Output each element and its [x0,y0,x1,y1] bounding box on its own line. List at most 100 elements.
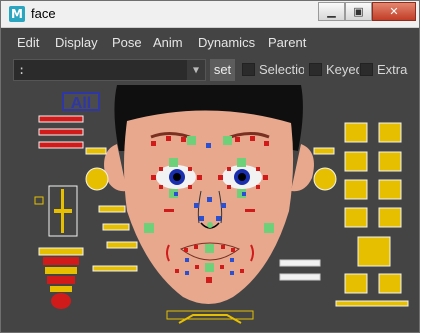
white-bar-ctrl[interactable] [279,273,321,281]
tongue-segment[interactable] [47,276,75,284]
lip-ctrl-blue[interactable] [185,271,189,275]
set-button[interactable]: set [210,59,235,81]
keyed-checkbox[interactable] [309,63,322,76]
lip-ctrl-blue[interactable] [185,258,189,262]
tongue-ctrl[interactable] [102,223,130,231]
lip-ctrl[interactable] [221,245,225,249]
chevron-down-icon[interactable]: ▼ [187,60,205,80]
eye-ctrl[interactable] [227,167,231,171]
title-bar[interactable]: M face ▁ ▣ ✕ [1,1,419,28]
lip-ctrl-blue[interactable] [230,258,234,262]
cheek-ctrl-green[interactable] [264,223,274,233]
teeth-ctrl[interactable] [378,179,402,200]
lip-ctrl-blue[interactable] [230,271,234,275]
eye-ctrl[interactable] [188,167,192,171]
nose-ctrl[interactable] [207,197,212,202]
nostril-ctrl[interactable] [199,216,204,221]
eye-corner-ctrl[interactable] [197,175,202,180]
teeth-bottom-bar[interactable] [335,300,409,307]
select-all-button[interactable]: All [62,92,100,112]
eyelid-ctrl[interactable] [237,158,246,167]
eye-ctrl[interactable] [159,185,163,189]
small-ctrl[interactable] [34,196,44,205]
maximize-button[interactable]: ▣ [345,2,372,21]
lip-ctrl[interactable] [231,248,235,252]
nose-tip-ctrl[interactable] [207,222,213,228]
teeth-ctrl[interactable] [344,122,368,143]
cheek-ctrl[interactable] [245,209,255,212]
white-bar-ctrl[interactable] [279,259,321,267]
tongue-segment[interactable] [43,257,79,265]
extra-checkbox[interactable] [360,63,373,76]
teeth-ctrl[interactable] [344,179,368,200]
lower-lip-ctrl[interactable] [205,263,214,272]
menu-display[interactable]: Display [55,35,98,50]
teeth-ctrl[interactable] [344,207,368,228]
left-panel-bar[interactable] [38,115,84,123]
lip-ctrl[interactable] [184,248,188,252]
left-panel-bar[interactable] [38,141,84,149]
jaw-slider-handle[interactable] [54,209,72,213]
tongue-tip[interactable] [51,293,71,309]
teeth-ctrl[interactable] [378,207,402,228]
brow-ctrl[interactable] [151,141,156,146]
selection-checkbox[interactable] [242,63,255,76]
eye-ctrl[interactable] [159,167,163,171]
eye-ctrl-blue[interactable] [174,192,178,196]
eyelid-ctrl[interactable] [169,158,178,167]
eye-ctrl[interactable] [188,185,192,189]
nostril-ctrl[interactable] [216,216,221,221]
brow-ctrl[interactable] [250,136,255,141]
lip-ctrl[interactable] [194,245,198,249]
tongue-ctrl[interactable] [92,265,138,272]
upper-lip-ctrl[interactable] [205,244,214,253]
teeth-ctrl[interactable] [344,273,368,294]
tongue-ctrl[interactable] [106,241,138,249]
brow-ctrl[interactable] [166,136,171,141]
left-circle-ctrl[interactable] [85,167,109,191]
brow-ctrl-center[interactable] [206,143,211,148]
menu-pose[interactable]: Pose [112,35,142,50]
nose-ctrl[interactable] [221,203,226,208]
menu-parent[interactable]: Parent [268,35,306,50]
tongue-segment[interactable] [50,286,72,292]
teeth-ctrl[interactable] [378,273,402,294]
tongue-segment[interactable] [45,267,77,274]
cheek-ctrl[interactable] [164,209,174,212]
teeth-main-ctrl[interactable] [357,236,391,267]
tongue-ctrl[interactable] [98,205,126,213]
lip-ctrl[interactable] [220,265,224,269]
eye-corner-ctrl[interactable] [218,175,223,180]
cheek-ctrl-green[interactable] [144,223,154,233]
teeth-ctrl[interactable] [344,151,368,172]
right-circle-ctrl[interactable] [313,167,337,191]
nose-ctrl[interactable] [194,203,199,208]
close-button[interactable]: ✕ [372,2,416,21]
brow-ctrl[interactable] [235,137,240,142]
chin-ctrl[interactable] [206,277,212,283]
eye-ctrl[interactable] [256,185,260,189]
eye-ctrl[interactable] [256,167,260,171]
teeth-ctrl[interactable] [378,151,402,172]
brow-ctrl-green[interactable] [223,136,232,145]
brow-ctrl-green[interactable] [187,136,196,145]
ear-ctrl[interactable] [85,147,107,155]
brow-ctrl[interactable] [264,141,269,146]
namespace-combo[interactable]: : ▼ [13,59,206,81]
menu-anim[interactable]: Anim [153,35,183,50]
ear-ctrl[interactable] [313,147,335,155]
mouth-corner-ctrl[interactable] [240,269,244,273]
minimize-button[interactable]: ▁ [318,2,345,21]
menu-dynamics[interactable]: Dynamics [198,35,255,50]
eye-corner-ctrl[interactable] [151,175,156,180]
eye-ctrl-blue[interactable] [242,192,246,196]
brow-ctrl[interactable] [181,137,186,142]
tongue-bar[interactable] [38,247,84,256]
teeth-ctrl[interactable] [378,122,402,143]
left-panel-bar[interactable] [38,128,84,136]
menu-edit[interactable]: Edit [17,35,39,50]
eye-corner-ctrl[interactable] [263,175,268,180]
eye-ctrl[interactable] [227,185,231,189]
mouth-corner-ctrl[interactable] [175,269,179,273]
lip-ctrl[interactable] [195,265,199,269]
